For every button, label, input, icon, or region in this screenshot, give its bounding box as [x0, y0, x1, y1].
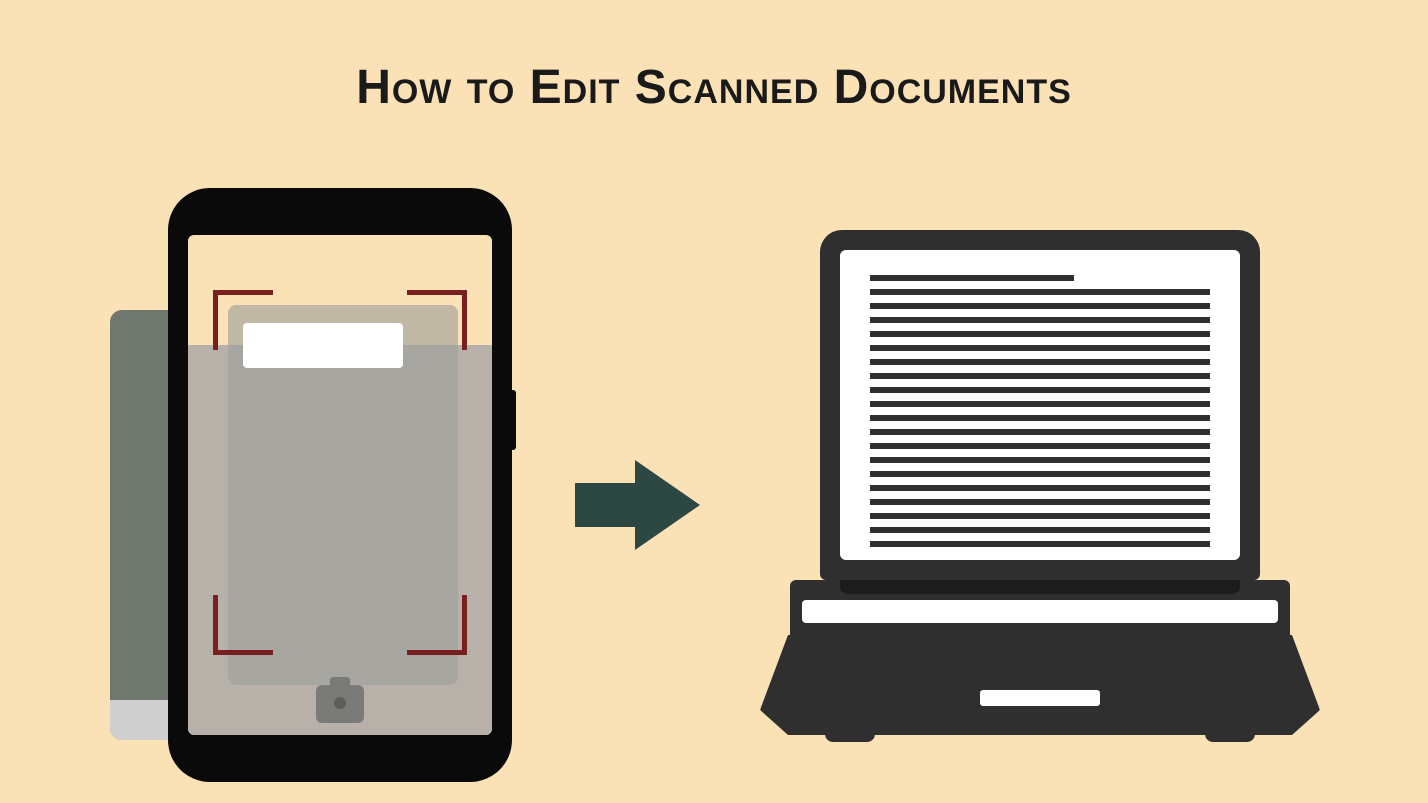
- scan-bracket-top-right: [407, 290, 467, 350]
- laptop-trackpad: [980, 690, 1100, 706]
- document-text-line: [870, 429, 1210, 435]
- laptop-hinge: [840, 580, 1240, 594]
- document-text-line: [870, 415, 1210, 421]
- document-text-line: [870, 387, 1210, 393]
- laptop-keyboard-deck: [790, 580, 1290, 635]
- document-text-line: [870, 485, 1210, 491]
- laptop-screen: [840, 250, 1240, 560]
- document-text-line: [870, 457, 1210, 463]
- document-text-line: [870, 471, 1210, 477]
- laptop-foot: [1205, 730, 1255, 742]
- laptop-illustration: [760, 230, 1320, 750]
- laptop-lid: [820, 230, 1260, 580]
- illustration-scene: [0, 180, 1428, 800]
- document-text-line: [870, 443, 1210, 449]
- scan-bracket-bottom-right: [407, 595, 467, 655]
- document-text-line: [870, 359, 1210, 365]
- page-title: How to Edit Scanned Documents: [0, 60, 1428, 115]
- document-text-line: [870, 317, 1210, 323]
- laptop-foot: [825, 730, 875, 742]
- document-text-line: [870, 499, 1210, 505]
- phone-side-button: [510, 390, 516, 450]
- document-text-line: [870, 331, 1210, 337]
- document-text-line: [870, 275, 1074, 281]
- document-text-line: [870, 303, 1210, 309]
- document-text-line: [870, 541, 1210, 547]
- phone-screen: [188, 235, 492, 735]
- document-text-line: [870, 345, 1210, 351]
- arrow-right-icon: [575, 455, 705, 560]
- document-text-line: [870, 373, 1210, 379]
- laptop-keyboard: [802, 600, 1278, 623]
- laptop-base: [760, 635, 1320, 735]
- scan-bracket-top-left: [213, 290, 273, 350]
- scan-bracket-bottom-left: [213, 595, 273, 655]
- camera-icon: [316, 685, 364, 723]
- document-text-line: [870, 401, 1210, 407]
- document-text-line: [870, 527, 1210, 533]
- phone-illustration: [170, 190, 510, 780]
- document-text-line: [870, 513, 1210, 519]
- document-text-line: [870, 289, 1210, 295]
